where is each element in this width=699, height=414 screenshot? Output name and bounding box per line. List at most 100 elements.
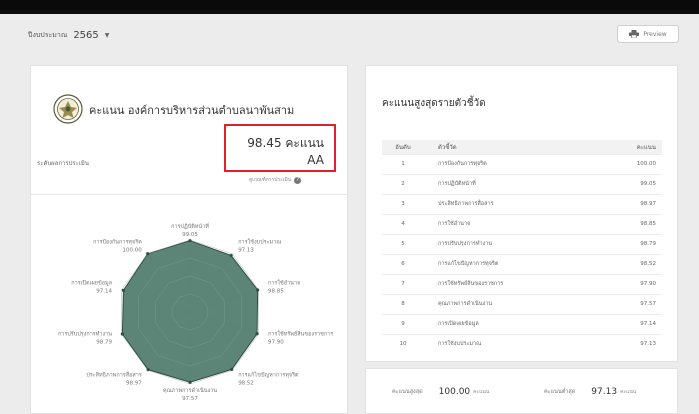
- rank-cell: 6: [382, 253, 424, 274]
- min-score-stat: คะแนนต่ำสุด 97.13 คะแนน: [544, 369, 636, 414]
- min-score-unit: คะแนน: [620, 389, 637, 395]
- indicator-cell: การปรับปรุงการทำงาน: [424, 233, 612, 254]
- fiscal-year-select[interactable]: 2565 ▼: [73, 30, 109, 41]
- radar-label-name: การใช้ทรัพย์สินของราชการ: [268, 330, 333, 337]
- radar-axis-label: การแก้ไขปัญหาการทุจริต 98.52: [238, 371, 299, 386]
- radar-label-score: 100.00: [123, 248, 143, 254]
- ranking-row: 5 การปรับปรุงการทำงาน 98.79: [382, 233, 662, 254]
- radar-point: [230, 367, 234, 371]
- ranking-row: 3 ประสิทธิภาพการสื่อสาร 98.97: [382, 193, 662, 214]
- radar-label-score: 98.97: [126, 380, 142, 386]
- fiscal-year-value: 2565: [73, 30, 99, 41]
- ranking-row: 7 การใช้ทรัพย์สินของราชการ 97.90: [382, 273, 662, 294]
- ranking-header-row: อันดับ ตัวชี้วัด คะแนน: [382, 140, 662, 154]
- fiscal-year-filter: ปีงบประมาณ 2565 ▼: [28, 30, 109, 41]
- ranking-row: 2 การปฏิบัติหน้าที่ 99.05: [382, 173, 662, 194]
- rank-cell: 10: [382, 333, 424, 354]
- radar-label-name: การปฏิบัติหน้าที่: [171, 222, 209, 230]
- min-score-value: 97.13: [591, 387, 618, 397]
- radar-label-score: 97.90: [268, 339, 284, 345]
- ranking-row: 8 คุณภาพการดำเนินงาน 97.57: [382, 293, 662, 314]
- radar-label-name: การใช้อำนาจ: [268, 280, 300, 287]
- chevron-down-icon: ▼: [104, 32, 110, 39]
- rank-cell: 3: [382, 193, 424, 214]
- radar-label-score: 98.52: [238, 380, 254, 386]
- indicator-cell: การปฏิบัติหน้าที่: [424, 173, 612, 194]
- ranking-title: คะแนนสูงสุดรายตัวชี้วัด: [382, 98, 486, 109]
- ranking-row: 9 การเปิดเผยข้อมูล 97.14: [382, 313, 662, 334]
- radar-label-name: การป้องกันการทุจริต: [93, 239, 142, 246]
- max-score-stat: คะแนนสูงสุด 100.00 คะแนน: [392, 369, 489, 414]
- radar-label-score: 97.57: [182, 396, 198, 402]
- radar-axis-label: การปรับปรุงการทำงาน 98.79: [58, 330, 113, 345]
- rank-cell: 7: [382, 273, 424, 294]
- indicator-cell: การป้องกันการทุจริต: [424, 153, 612, 174]
- indicator-cell: การใช้ทรัพย์สินของราชการ: [424, 273, 612, 294]
- radar-axis-label: การใช้อำนาจ 98.85: [268, 280, 300, 295]
- total-score: 98.45 คะแนน: [247, 136, 324, 150]
- radar-axis-label: การใช้งบประมาณ 97.13: [238, 239, 281, 254]
- score-cell: 97.90: [612, 273, 662, 294]
- radar-point: [229, 253, 233, 258]
- radar-axis-label: การป้องกันการทุจริต 100.00: [93, 239, 142, 254]
- radar-axis-label: ประสิทธิภาพการสื่อสาร 98.97: [86, 370, 142, 386]
- indicator-cell: การแก้ไขปัญหาการทุจริต: [424, 253, 612, 274]
- ranking-row: 10 การใช้งบประมาณ 97.13: [382, 333, 662, 354]
- radar-axis-label: การใช้ทรัพย์สินของราชการ 97.90: [268, 330, 333, 345]
- criteria-link-label: ดูเกณฑ์การประเมิน: [249, 177, 292, 183]
- radar-point: [146, 252, 150, 256]
- organization-title: คะแนน องค์การบริหารส่วนตำบลนาพันสาม: [89, 104, 295, 117]
- score-highlight-box: 98.45 คะแนน AA: [224, 124, 336, 172]
- max-score-label: คะแนนสูงสุด: [392, 389, 423, 395]
- radar-point: [121, 288, 126, 292]
- radar-label-score: 99.05: [182, 232, 198, 238]
- max-score-unit: คะแนน: [473, 389, 490, 395]
- score-cell: 97.13: [612, 333, 662, 354]
- ranking-row: 4 การใช้อำนาจ 98.85: [382, 213, 662, 234]
- radar-label-score: 98.79: [96, 339, 112, 345]
- score-cell: 97.14: [612, 313, 662, 334]
- overview-card: คะแนน องค์การบริหารส่วนตำบลนาพันสาม ระดั…: [30, 65, 349, 414]
- score-column-header: คะแนน: [612, 140, 662, 154]
- indicator-column-header: ตัวชี้วัด: [424, 140, 612, 154]
- indicator-cell: คุณภาพการดำเนินงาน: [424, 293, 612, 314]
- ranking-table: อันดับ ตัวชี้วัด คะแนน 1 การป้องกันการทุจ…: [382, 140, 662, 354]
- radar-point: [255, 332, 259, 336]
- question-icon: ?: [294, 176, 302, 184]
- rank-cell: 5: [382, 233, 424, 254]
- printer-icon: [629, 30, 640, 38]
- radar-label-name: การเปิดเผยข้อมูล: [71, 280, 112, 287]
- card-divider: [31, 194, 349, 195]
- indicator-cell: การใช้งบประมาณ: [424, 333, 612, 354]
- rank-cell: 9: [382, 313, 424, 334]
- radar-point: [188, 239, 192, 243]
- ranking-row: 1 การป้องกันการทุจริต 100.00: [382, 153, 662, 174]
- radar-label-name: การใช้งบประมาณ: [238, 239, 281, 246]
- preview-button[interactable]: Preview: [617, 25, 679, 43]
- organization-seal-icon: [53, 94, 83, 124]
- radar-label-name: การแก้ไขปัญหาการทุจริต: [238, 371, 299, 378]
- radar-axis-label: การปฏิบัติหน้าที่ 99.05: [171, 222, 209, 238]
- radar-point: [188, 380, 192, 384]
- radar-axis-label: คุณภาพการดำเนินงาน 97.57: [163, 387, 217, 402]
- ranking-card: คะแนนสูงสุดรายตัวชี้วัด อันดับ ตัวชี้วัด…: [365, 65, 678, 362]
- radar-axis-label: การเปิดเผยข้อมูล 97.14: [71, 280, 112, 295]
- rank-cell: 1: [382, 153, 424, 174]
- min-score-label: คะแนนต่ำสุด: [544, 389, 576, 395]
- rank-column-header: อันดับ: [382, 140, 424, 154]
- criteria-link[interactable]: ดูเกณฑ์การประเมิน ?: [249, 176, 302, 184]
- preview-label: Preview: [643, 30, 667, 38]
- radar-label-name: การปรับปรุงการทำงาน: [58, 330, 112, 337]
- score-cell: 97.57: [612, 293, 662, 314]
- indicator-cell: การเปิดเผยข้อมูล: [424, 313, 612, 334]
- radar-label-score: 97.14: [96, 289, 112, 295]
- score-cell: 99.05: [612, 173, 662, 194]
- score-cell: 98.97: [612, 193, 662, 214]
- fiscal-year-label: ปีงบประมาณ: [28, 31, 68, 39]
- indicator-cell: การใช้อำนาจ: [424, 213, 612, 234]
- rank-cell: 4: [382, 213, 424, 234]
- rank-cell: 2: [382, 173, 424, 194]
- radar-series-area: [121, 240, 259, 383]
- ranking-row: 6 การแก้ไขปัญหาการทุจริต 98.52: [382, 253, 662, 274]
- score-cell: 98.79: [612, 233, 662, 254]
